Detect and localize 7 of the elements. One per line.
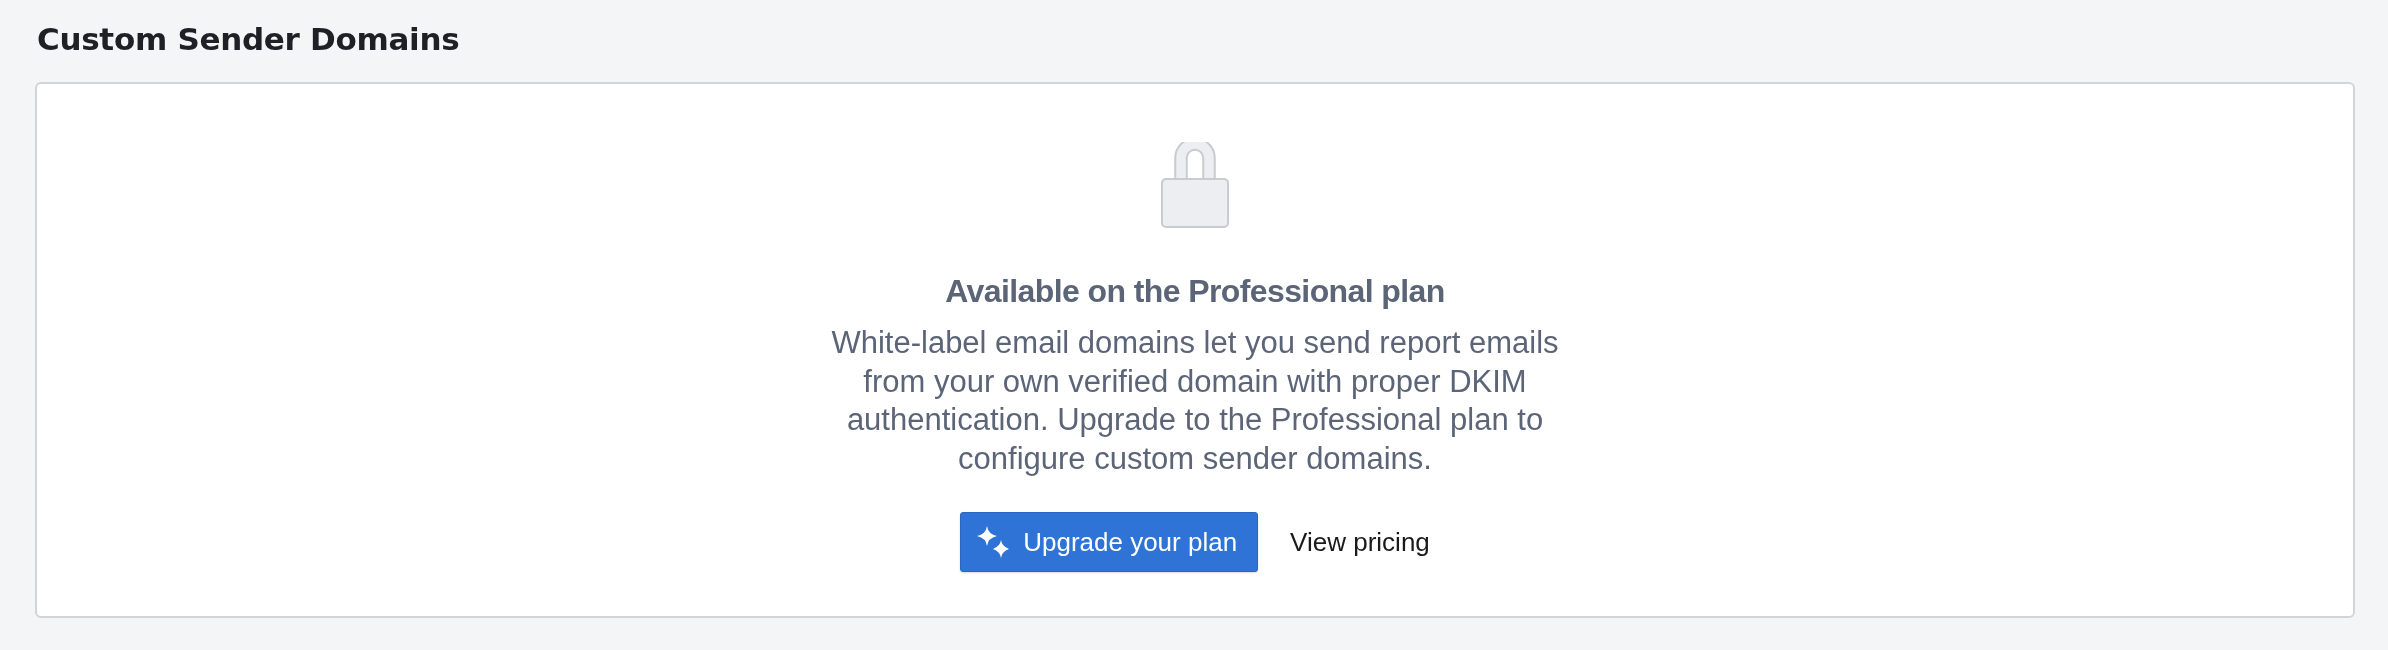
upgrade-button[interactable]: Upgrade your plan (960, 512, 1259, 572)
description-text: White-label email domains let you send report emails from your own verified domain with proper DKIM authentication. Upgrade to the Professional plan to configure custom sender domains. (830, 324, 1560, 478)
plan-heading: Available on the Professional plan (945, 272, 1445, 310)
section-title: Custom Sender Domains (37, 20, 460, 59)
lock-icon (1161, 142, 1229, 228)
sparkle-icon (977, 526, 1010, 558)
view-pricing-link[interactable]: View pricing (1290, 526, 1430, 558)
